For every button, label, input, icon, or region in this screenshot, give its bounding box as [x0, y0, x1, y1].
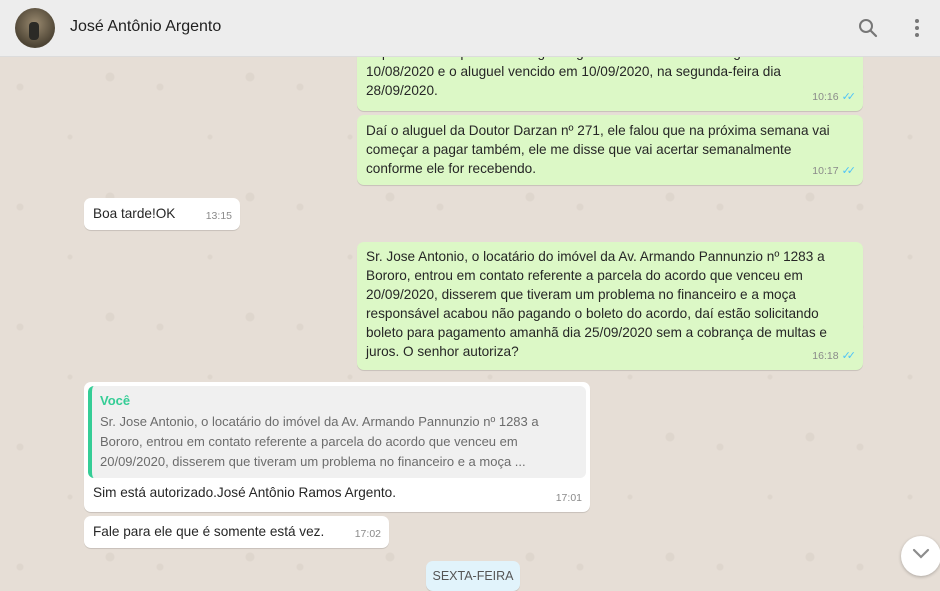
message-text: Sim está autorizado.José Antônio Ramos A…	[93, 485, 397, 500]
message-bubble-incoming[interactable]: Você Sr. Jose Antonio, o locatário do im…	[84, 382, 590, 512]
message-time: 13:15	[205, 210, 232, 222]
scroll-down-button[interactable]	[901, 536, 940, 576]
message-bubble-incoming[interactable]: Boa tarde!OK 13:15	[84, 198, 240, 230]
message-bubble-incoming[interactable]: Fale para ele que é somente está vez. 17…	[84, 516, 389, 548]
message-text: Daí o aluguel da Doutor Darzan nº 271, e…	[366, 123, 830, 176]
message-text: Fale para ele que é somente está vez.	[93, 524, 325, 539]
day-separator: SEXTA-FEIRA	[426, 561, 520, 591]
message-meta: 16:18 ✓✓	[812, 347, 857, 366]
chevron-down-icon	[912, 547, 930, 565]
message-bubble-outgoing[interactable]: Daí o aluguel da Doutor Darzan nº 271, e…	[357, 115, 863, 185]
message-time: 17:02	[354, 528, 381, 540]
read-ticks-icon: ✓✓	[841, 165, 857, 177]
message-time: 16:18	[812, 350, 839, 362]
chat-header: José Antônio Argento	[0, 0, 940, 57]
read-ticks-icon: ✓✓	[841, 350, 857, 362]
chat-background: Inquilino disse que irá conseguir regula…	[0, 57, 940, 591]
quote-text: Sr. Jose Antonio, o locatário do imóvel …	[100, 414, 539, 469]
message-meta: 10:17 ✓✓	[812, 162, 857, 181]
message-bubble-outgoing[interactable]: Sr. Jose Antonio, o locatário do imóvel …	[357, 242, 863, 370]
message-text: Sr. Jose Antonio, o locatário do imóvel …	[366, 249, 827, 359]
message-meta: 17:01	[556, 489, 582, 508]
quoted-message[interactable]: Você Sr. Jose Antonio, o locatário do im…	[88, 386, 586, 478]
message-time: 17:01	[555, 492, 582, 504]
more-vertical-icon[interactable]	[904, 15, 930, 41]
quote-author: Você	[100, 393, 131, 408]
message-meta: 17:02	[355, 525, 381, 544]
contact-name[interactable]: José Antônio Argento	[70, 18, 221, 36]
message-text: Inquilino disse que irá conseguir regula…	[366, 57, 832, 98]
message-meta: 13:15	[206, 207, 232, 226]
search-icon[interactable]	[855, 15, 881, 41]
avatar[interactable]	[15, 8, 55, 48]
message-time: 10:17	[812, 165, 839, 177]
